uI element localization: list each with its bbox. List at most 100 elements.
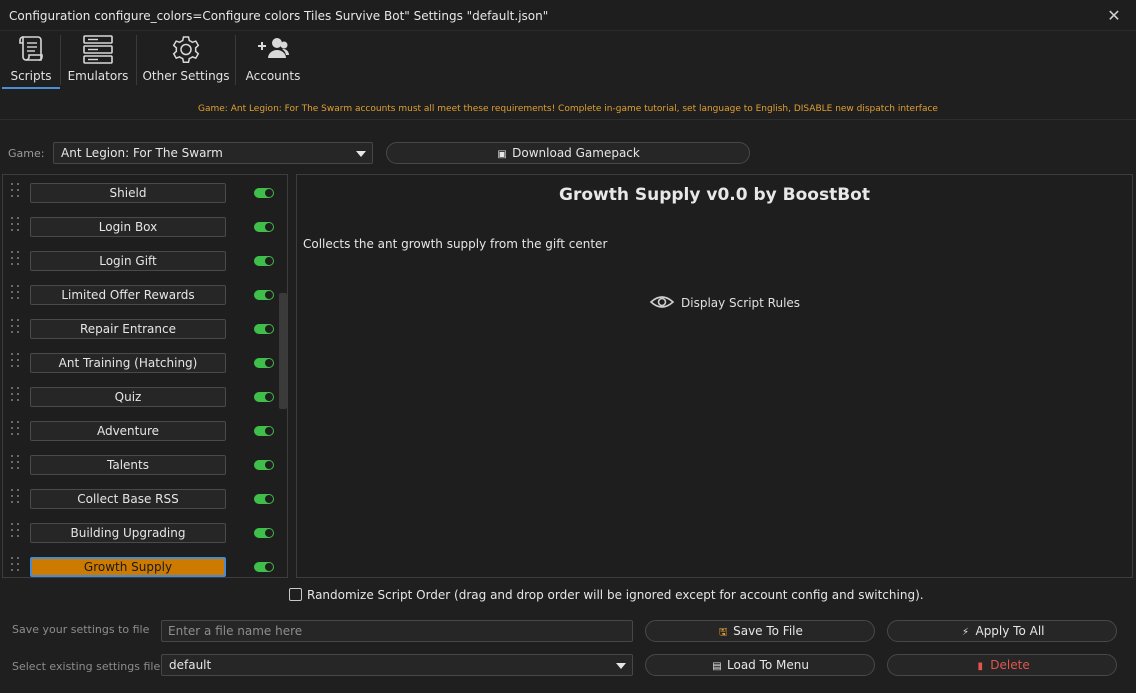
script-detail-panel: Growth Supply v0.0 by BoostBot Collects …: [296, 174, 1133, 578]
download-gamepack-label: Download Gamepack: [512, 146, 640, 160]
download-gamepack-button[interactable]: ▣ Download Gamepack: [386, 142, 750, 164]
load-to-menu-button[interactable]: ▤ Load To Menu: [645, 654, 875, 676]
script-enabled-toggle[interactable]: [254, 528, 274, 538]
drag-handle-icon[interactable]: [11, 523, 21, 541]
script-description: Collects the ant growth supply from the …: [303, 237, 608, 251]
tab-other-settings[interactable]: Other Settings: [140, 31, 232, 89]
script-row[interactable]: Talents: [3, 448, 277, 482]
script-enabled-toggle[interactable]: [254, 290, 274, 300]
lightning-icon: ⚡: [961, 627, 969, 638]
drag-handle-icon[interactable]: [11, 285, 21, 303]
script-button[interactable]: Growth Supply: [30, 557, 226, 577]
script-row[interactable]: Repair Entrance: [3, 312, 277, 346]
script-enabled-toggle[interactable]: [254, 324, 274, 334]
script-enabled-toggle[interactable]: [254, 494, 274, 504]
display-script-rules-label: Display Script Rules: [681, 296, 801, 310]
load-to-menu-label: Load To Menu: [727, 658, 809, 672]
script-row[interactable]: Growth Supply: [3, 550, 277, 577]
scripts-list[interactable]: Shield Login Box Login Gift Limited Offer R…: [2, 174, 288, 578]
script-button[interactable]: Shield: [30, 183, 226, 203]
script-button[interactable]: Collect Base RSS: [30, 489, 226, 509]
scrollbar[interactable]: [277, 175, 287, 577]
script-row[interactable]: Login Box: [3, 210, 277, 244]
tab-other-settings-label: Other Settings: [142, 69, 230, 83]
script-row[interactable]: Adventure: [3, 414, 277, 448]
trash-icon: ▮: [977, 661, 984, 672]
script-enabled-toggle[interactable]: [254, 562, 274, 572]
script-button[interactable]: Login Gift: [30, 251, 226, 271]
drag-handle-icon[interactable]: [11, 319, 21, 337]
script-title: Growth Supply v0.0 by BoostBot: [559, 185, 870, 205]
script-button[interactable]: Quiz: [30, 387, 226, 407]
chevron-down-icon: [616, 663, 626, 669]
randomize-label: Randomize Script Order (drag and drop or…: [307, 588, 924, 602]
apply-to-all-label: Apply To All: [975, 624, 1045, 638]
tab-scripts-label: Scripts: [10, 69, 52, 83]
apply-to-all-button[interactable]: ⚡ Apply To All: [887, 620, 1117, 642]
script-enabled-toggle[interactable]: [254, 188, 274, 198]
settings-file-select[interactable]: default: [161, 654, 633, 676]
drag-handle-icon[interactable]: [11, 455, 21, 473]
script-row[interactable]: Collect Base RSS: [3, 482, 277, 516]
script-button[interactable]: Adventure: [30, 421, 226, 441]
script-button[interactable]: Repair Entrance: [30, 319, 226, 339]
drag-handle-icon[interactable]: [11, 557, 21, 575]
drag-handle-icon[interactable]: [11, 421, 21, 439]
script-button[interactable]: Ant Training (Hatching): [30, 353, 226, 373]
select-settings-label: Select existing settings file: [12, 660, 161, 673]
script-row[interactable]: Quiz: [3, 380, 277, 414]
chevron-down-icon: [356, 151, 366, 157]
checkbox-box[interactable]: [289, 588, 302, 601]
tab-divider: [136, 35, 137, 85]
tab-bar-divider: [0, 119, 1136, 120]
filename-input[interactable]: [161, 620, 633, 642]
drag-handle-icon[interactable]: [11, 353, 21, 371]
script-row[interactable]: Login Gift: [3, 244, 277, 278]
save-settings-label: Save your settings to file: [12, 623, 150, 636]
script-row[interactable]: Shield: [3, 176, 277, 210]
tab-accounts-label: Accounts: [245, 69, 301, 83]
script-enabled-toggle[interactable]: [254, 256, 274, 266]
game-requirements-notice: Game: Ant Legion: For The Swarm accounts…: [198, 104, 938, 114]
folder-open-icon: ▤: [712, 661, 722, 672]
settings-file-value: default: [169, 658, 212, 672]
tab-scripts[interactable]: Scripts: [2, 31, 60, 89]
add-users-icon: [258, 38, 290, 58]
script-button[interactable]: Login Box: [30, 217, 226, 237]
script-button[interactable]: Building Upgrading: [30, 523, 226, 543]
script-enabled-toggle[interactable]: [254, 460, 274, 470]
package-icon: ▣: [497, 149, 507, 160]
drag-handle-icon[interactable]: [11, 183, 21, 201]
delete-label: Delete: [990, 658, 1030, 672]
delete-button[interactable]: ▮ Delete: [887, 654, 1117, 676]
script-button[interactable]: Limited Offer Rewards: [30, 285, 226, 305]
gear-icon: [172, 36, 200, 63]
scroll-thumb[interactable]: [279, 293, 287, 409]
drag-handle-icon[interactable]: [11, 217, 21, 235]
eye-icon: [649, 296, 675, 308]
drag-handle-icon[interactable]: [11, 489, 21, 507]
script-row[interactable]: Limited Offer Rewards: [3, 278, 277, 312]
title-bar: Configuration configure_colors=Configure…: [0, 0, 1136, 31]
tab-divider: [235, 35, 236, 85]
script-row[interactable]: Ant Training (Hatching): [3, 346, 277, 380]
tab-bar: Scripts Emulators Other Settings Account…: [0, 31, 1136, 120]
tab-accounts[interactable]: Accounts: [240, 31, 306, 89]
game-select-value: Ant Legion: For The Swarm: [61, 146, 223, 160]
window-title: Configuration configure_colors=Configure…: [9, 9, 549, 23]
server-icon: [83, 35, 113, 64]
script-row[interactable]: Building Upgrading: [3, 516, 277, 550]
save-icon: 🖫: [718, 627, 728, 638]
game-select[interactable]: Ant Legion: For The Swarm: [53, 142, 373, 164]
script-enabled-toggle[interactable]: [254, 392, 274, 402]
tab-emulators[interactable]: Emulators: [64, 31, 132, 89]
script-enabled-toggle[interactable]: [254, 426, 274, 436]
save-to-file-button[interactable]: 🖫 Save To File: [645, 620, 875, 642]
drag-handle-icon[interactable]: [11, 387, 21, 405]
tab-divider: [60, 35, 61, 85]
script-button[interactable]: Talents: [30, 455, 226, 475]
script-enabled-toggle[interactable]: [254, 222, 274, 232]
close-icon[interactable]: ✕: [1106, 6, 1122, 25]
drag-handle-icon[interactable]: [11, 251, 21, 269]
script-enabled-toggle[interactable]: [254, 358, 274, 368]
